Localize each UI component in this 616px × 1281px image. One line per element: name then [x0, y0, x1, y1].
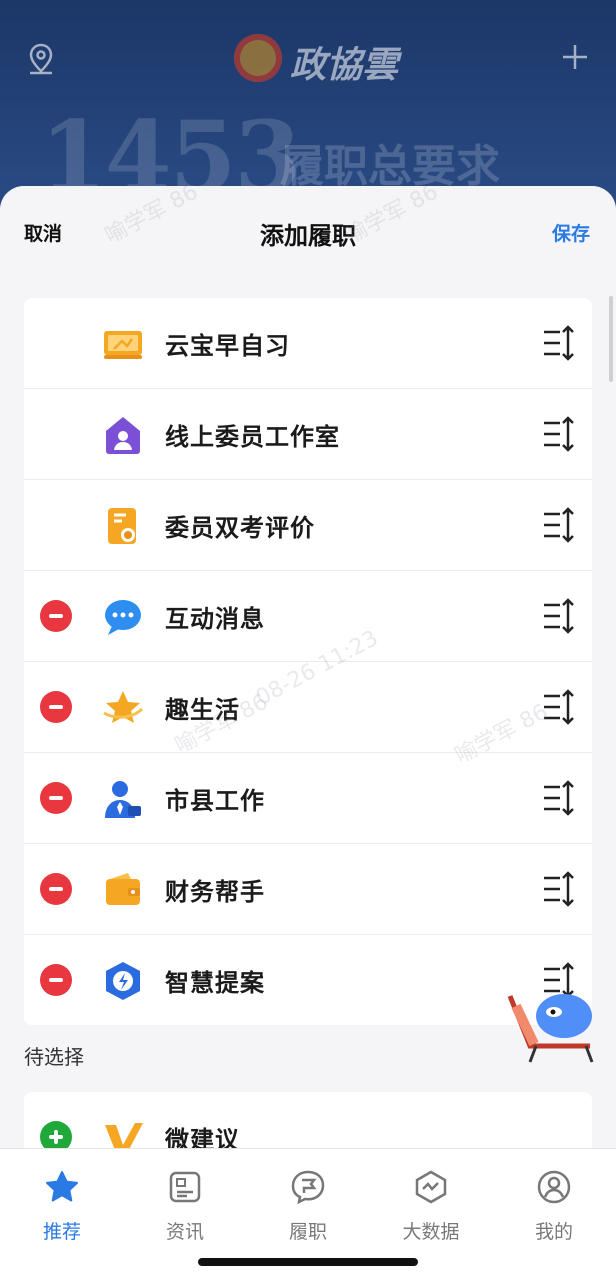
add-duty-sheet: 取消 添加履职 保存 云宝早自习 线上委员工作室 委员双考评价 互动消息 趣生活…	[0, 186, 616, 1280]
star-icon	[46, 1171, 78, 1202]
drag-handle-icon[interactable]	[542, 597, 576, 635]
data-hex-icon	[415, 1170, 447, 1204]
list-item[interactable]: 趣生活	[24, 662, 592, 753]
list-item[interactable]: 市县工作	[24, 753, 592, 844]
list-item[interactable]: 委员双考评价	[24, 480, 592, 571]
list-item-label: 互动消息	[165, 604, 265, 633]
chat-bubble-icon	[102, 596, 144, 638]
scrollbar[interactable]	[609, 296, 613, 382]
tab-label: 大数据	[402, 1221, 460, 1243]
drag-handle-icon[interactable]	[542, 870, 576, 908]
list-item-label: 智慧提案	[165, 968, 265, 997]
drag-handle-icon[interactable]	[542, 415, 576, 453]
lightning-shield-icon	[102, 960, 144, 1002]
profile-icon	[537, 1170, 571, 1204]
mascot-illustration[interactable]	[506, 986, 606, 1066]
save-button[interactable]: 保存	[552, 219, 590, 246]
selected-list: 云宝早自习 线上委员工作室 委员双考评价 互动消息 趣生活 市县工作 财务帮手 …	[24, 298, 592, 1025]
drag-handle-icon[interactable]	[542, 324, 576, 362]
remove-button[interactable]	[40, 782, 72, 814]
drag-handle-icon[interactable]	[542, 779, 576, 817]
list-item-label: 趣生活	[165, 695, 240, 724]
location-pin-icon[interactable]	[24, 42, 58, 76]
plus-icon[interactable]	[560, 42, 590, 72]
list-item-label: 市县工作	[165, 786, 265, 815]
list-item-label: 财务帮手	[165, 877, 265, 906]
tab-label: 履职	[288, 1221, 327, 1243]
drag-handle-icon[interactable]	[542, 688, 576, 726]
tab-duty[interactable]: 履职	[258, 1169, 358, 1244]
list-item-label: 线上委员工作室	[165, 422, 340, 451]
star-orbit-icon	[102, 687, 144, 729]
list-item[interactable]: 线上委员工作室	[24, 389, 592, 480]
tab-label: 我的	[534, 1221, 573, 1243]
list-item-label: 云宝早自习	[165, 331, 290, 360]
remove-button[interactable]	[40, 691, 72, 723]
list-item-label: 委员双考评价	[165, 513, 315, 542]
tab-recommend[interactable]: 推荐	[12, 1169, 112, 1244]
remove-button[interactable]	[40, 964, 72, 996]
flag-bubble-icon	[291, 1170, 325, 1205]
tab-label: 推荐	[42, 1221, 81, 1243]
tab-bigdata[interactable]: 大数据	[381, 1169, 481, 1244]
tab-profile[interactable]: 我的	[504, 1169, 604, 1244]
list-item[interactable]: 互动消息	[24, 571, 592, 662]
person-tie-icon	[102, 778, 144, 820]
pending-section-title: 待选择	[24, 1045, 84, 1069]
tab-news[interactable]: 资讯	[135, 1169, 235, 1244]
background-banner: 政協雲 1453 履职总要求	[0, 0, 616, 210]
remove-button[interactable]	[40, 600, 72, 632]
sheet-title: 添加履职	[260, 221, 356, 250]
remove-button[interactable]	[40, 873, 72, 905]
certificate-icon	[102, 505, 144, 547]
drag-handle-icon[interactable]	[542, 506, 576, 544]
tab-label: 资讯	[165, 1221, 204, 1243]
sheet-header: 取消 添加履职 保存	[0, 186, 616, 272]
emblem-icon	[234, 34, 282, 82]
wallet-icon	[102, 869, 144, 911]
list-item[interactable]: 财务帮手	[24, 844, 592, 935]
home-indicator[interactable]	[198, 1258, 418, 1266]
news-icon	[169, 1171, 201, 1203]
blackboard-icon	[102, 323, 144, 365]
logo-text: 政協雲	[290, 44, 399, 86]
house-person-icon	[102, 414, 144, 456]
list-item[interactable]: 云宝早自习	[24, 298, 592, 389]
banner-text: 履职总要求	[280, 141, 500, 192]
